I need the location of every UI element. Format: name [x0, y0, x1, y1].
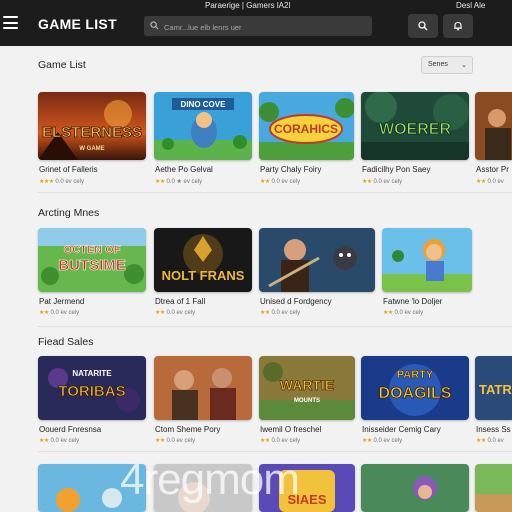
game-title: Aethe Po Gelval [155, 165, 213, 174]
svg-text:WOERER: WOERER [379, 121, 451, 138]
top-bar: GAME LIST Paraerige | Gamers lA2l Desl A… [0, 0, 512, 46]
game-rating: ★★ 0.0 ev [476, 179, 504, 185]
game-rating: ★★ 0.0 ev [476, 438, 504, 444]
svg-text:NOLT FRANS: NOLT FRANS [162, 268, 245, 283]
game-rating: ★★ 0.0 ★ ev cely [155, 179, 203, 185]
svg-text:PARTY: PARTY [397, 369, 434, 381]
game-rating: ★★ 0.0 ev cely [39, 310, 80, 316]
star-icon: ★★ [362, 179, 372, 185]
game-thumbnail [361, 464, 469, 512]
star-icon: ★★ [155, 438, 165, 444]
search-icon [418, 21, 428, 31]
section-title: Game List [38, 59, 86, 71]
search-button[interactable] [408, 14, 438, 38]
game-rating: ★★ 0.0 ev cely [362, 179, 403, 185]
game-title: Pat Jermend [39, 297, 85, 306]
game-thumbnail: CORAHICS [259, 92, 354, 160]
game-title: Unised d Fordgency [260, 297, 332, 306]
divider [38, 192, 512, 193]
game-thumbnail: NATARITE TORIBAS [38, 356, 146, 420]
star-icon: ★★ [155, 310, 165, 316]
window-caption: Paraerige | Gamers lA2l [205, 1, 291, 10]
game-rating: ★★ 0.0 ev cely [260, 310, 301, 316]
game-rating: ★★ 0.0 ev cely [260, 179, 301, 185]
game-thumbnail: WOERER [361, 92, 469, 160]
divider [38, 326, 512, 327]
game-rating: ★★ 0.0 ev cely [39, 438, 80, 444]
game-title: Dtrea of 1 Fall [155, 297, 206, 306]
window-caption-right: Desl Ale [456, 1, 486, 10]
section-title: Fiead Sales [38, 336, 94, 348]
chevron-down-icon: ⌄ [461, 62, 467, 69]
game-thumbnail [154, 464, 252, 512]
star-icon: ★★ [476, 438, 486, 444]
app-title: GAME LIST [38, 16, 117, 32]
game-rating: ★★ 0.0 ev cely [155, 438, 196, 444]
game-thumbnail [154, 356, 252, 420]
menu-icon[interactable] [3, 16, 18, 29]
game-rating: ★★ 0.0 ev cely [155, 310, 196, 316]
sort-label: Senes [428, 61, 448, 68]
search-icon [150, 21, 159, 30]
game-title: Asstor Pr [476, 165, 509, 174]
star-icon: ★★ [155, 179, 165, 185]
star-icon: ★★ [362, 438, 372, 444]
game-title: Fadicilhy Pon Saey [362, 165, 431, 174]
star-icon: ★★ [39, 310, 49, 316]
game-title: Oouerd Fnresnsa [39, 425, 102, 434]
game-thumbnail [382, 228, 472, 292]
star-icon: ★★ [39, 438, 49, 444]
game-rating: ★★ 0.0 ev cely [383, 310, 424, 316]
divider [38, 451, 512, 452]
game-thumbnail: ELSTERNESS W GAME [38, 92, 146, 160]
star-icon: ★★ [260, 179, 270, 185]
game-rating: ★★ 0.0 ev cely [260, 438, 301, 444]
game-title: Inisseider Cemig Cary [362, 425, 441, 434]
game-title: Fatwne 'lo Doljer [383, 297, 443, 306]
game-thumbnail [259, 228, 375, 292]
star-icon: ★★ [260, 438, 270, 444]
svg-text:MOUNTS: MOUNTS [294, 398, 320, 404]
game-title: Insess Ss [476, 425, 511, 434]
game-thumbnail: TATR [475, 356, 512, 420]
star-icon: ★★★ [39, 179, 54, 185]
game-thumbnail: PARTY DOAGILS [361, 356, 469, 420]
svg-text:BUTSIME: BUTSIME [58, 257, 126, 274]
star-icon: ★★ [383, 310, 393, 316]
bell-icon [454, 21, 462, 31]
svg-text:W GAME: W GAME [79, 146, 104, 152]
game-thumbnail [38, 464, 146, 512]
game-thumbnail [475, 92, 512, 160]
game-thumbnail: DINO COVE [154, 92, 252, 160]
section-title: Arcting Mnes [38, 207, 100, 219]
game-title: Iwemil O freschel [260, 425, 322, 434]
game-rating: ★★ 0.0 ev cely [362, 438, 403, 444]
game-rating: ★★★ 0.0 ev cely [39, 179, 84, 185]
game-title: Party Chaly Foiry [260, 165, 322, 174]
svg-text:NATARITE: NATARITE [72, 369, 112, 378]
star-icon: ★★ [260, 310, 270, 316]
game-thumbnail: WARTIE MOUNTS [259, 356, 355, 420]
svg-text:OCTEN OF: OCTEN OF [64, 244, 121, 256]
svg-text:ELSTERNESS: ELSTERNESS [42, 124, 142, 141]
star-icon: ★★ [476, 179, 486, 185]
svg-text:TATR: TATR [479, 382, 512, 397]
svg-text:DINO COVE: DINO COVE [181, 100, 227, 109]
search-bar[interactable] [144, 16, 372, 36]
game-title: Grinet of Falleris [39, 165, 98, 174]
notification-button[interactable] [443, 14, 473, 38]
game-title: Ctom Sheme Pory [155, 425, 221, 434]
svg-text:WARTIE: WARTIE [280, 377, 334, 393]
game-thumbnail [475, 464, 512, 512]
svg-text:DOAGILS: DOAGILS [379, 385, 452, 402]
svg-text:CORAHICS: CORAHICS [274, 122, 338, 136]
svg-text:SIAES: SIAES [287, 492, 326, 507]
svg-text:TORIBAS: TORIBAS [58, 383, 125, 400]
search-input[interactable] [162, 18, 366, 36]
game-thumbnail: OCTEN OF BUTSIME [38, 228, 146, 292]
game-thumbnail: NOLT FRANS [154, 228, 252, 292]
game-thumbnail: SIAES [259, 464, 355, 512]
sort-dropdown[interactable]: Senes ⌄ [421, 56, 473, 74]
